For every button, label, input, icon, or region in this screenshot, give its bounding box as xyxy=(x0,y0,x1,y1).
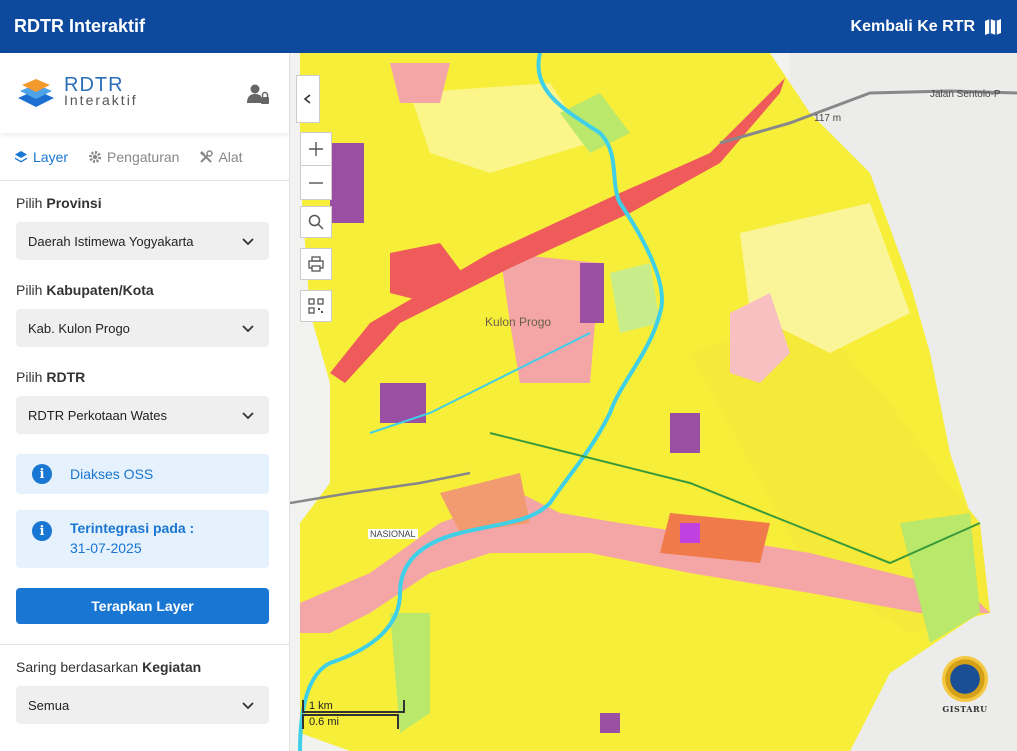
app-title: RDTR Interaktif xyxy=(14,16,146,36)
gear-icon xyxy=(89,150,102,163)
info-icon: i xyxy=(32,464,52,484)
chevron-down-icon xyxy=(242,412,254,420)
info-oss: i Diakses OSS xyxy=(16,454,269,494)
collapse-sidebar-button[interactable] xyxy=(296,75,320,123)
gistaru-emblem-icon xyxy=(942,656,988,702)
regency-value: Kab. Kulon Progo xyxy=(28,320,130,336)
tools-icon xyxy=(200,149,214,163)
integrated-date: 31-07-2025 xyxy=(70,540,142,556)
scale-mi: 0.6 mi xyxy=(302,714,399,729)
print-icon xyxy=(308,256,324,272)
zoom-controls xyxy=(300,132,332,200)
map-icon xyxy=(985,18,1001,35)
plus-icon xyxy=(309,142,323,156)
top-bar: RDTR Interaktif Kembali Ke RTR xyxy=(0,0,1017,53)
qr-button[interactable] xyxy=(300,290,332,322)
province-value: Daerah Istimewa Yogyakarta xyxy=(28,233,194,249)
layer-form: Pilih Provinsi Daerah Istimewa Yogyakart… xyxy=(0,195,289,724)
chevron-down-icon xyxy=(242,238,254,246)
qr-code-icon xyxy=(308,298,324,314)
gistaru-logo: GISTARU xyxy=(938,656,992,726)
tab-layer[interactable]: Layer xyxy=(14,149,68,165)
info-icon: i xyxy=(32,521,52,541)
gistaru-label: GISTARU xyxy=(942,704,988,714)
minus-icon xyxy=(309,181,323,184)
tab-pengaturan-label: Pengaturan xyxy=(107,148,180,165)
zoning-map xyxy=(290,53,1017,751)
map-label-kulon-progo: Kulon Progo xyxy=(485,315,552,329)
tab-alat[interactable]: Alat xyxy=(199,148,243,165)
sidebar: RDTR Interaktif Layer Pengaturan Alat Pi… xyxy=(0,53,290,751)
zoom-out-button[interactable] xyxy=(301,166,331,199)
province-select[interactable]: Daerah Istimewa Yogyakarta xyxy=(16,222,269,260)
tab-pengaturan[interactable]: Pengaturan xyxy=(88,149,179,165)
rdtr-value: RDTR Perkotaan Wates xyxy=(28,407,167,423)
search-button[interactable] xyxy=(300,206,332,238)
activity-value: Semua xyxy=(28,697,70,713)
chevron-down-icon xyxy=(242,702,254,710)
map-label-nasional: NASIONAL xyxy=(368,529,418,539)
rdtr-label: Pilih RDTR xyxy=(16,369,86,385)
back-to-rtr-label: Kembali Ke RTR xyxy=(850,17,975,35)
search-icon xyxy=(308,214,324,230)
layers-icon xyxy=(15,150,27,162)
map-canvas[interactable]: Kulon Progo Jalan Sentolo-P 117 m NASION… xyxy=(290,53,1017,751)
user-lock-icon[interactable] xyxy=(247,83,269,105)
print-button[interactable] xyxy=(300,248,332,280)
logo-row: RDTR Interaktif xyxy=(0,53,289,133)
rdtr-select[interactable]: RDTR Perkotaan Wates xyxy=(16,396,269,434)
map-label-road: Jalan Sentolo-P xyxy=(930,89,1001,100)
logo-line1: RDTR xyxy=(64,74,124,96)
apply-layer-button[interactable]: Terapkan Layer xyxy=(16,588,269,624)
rdtr-logo-icon xyxy=(18,79,54,107)
activity-select[interactable]: Semua xyxy=(16,686,269,724)
tab-layer-label: Layer xyxy=(33,148,69,165)
zoom-in-button[interactable] xyxy=(301,133,331,167)
map-scale-bar: 1 km 0.6 mi xyxy=(300,697,410,735)
filter-label: Saring berdasarkan Kegiatan xyxy=(16,659,202,675)
divider xyxy=(0,644,289,645)
chevron-down-icon xyxy=(242,325,254,333)
info-integrated: i Terintegrasi pada : 31-07-2025 xyxy=(16,510,269,568)
regency-label: Pilih Kabupaten/Kota xyxy=(16,282,154,298)
integrated-title: Terintegrasi pada : xyxy=(70,520,195,536)
info-oss-text: Diakses OSS xyxy=(70,466,154,482)
logo-line2: Interaktif xyxy=(64,92,138,108)
tab-alat-label: Alat xyxy=(218,148,243,165)
scale-km: 1 km xyxy=(302,700,405,713)
back-to-rtr-button[interactable]: Kembali Ke RTR xyxy=(851,17,1003,37)
sidebar-tabs: Layer Pengaturan Alat xyxy=(0,133,289,181)
logo-text: RDTR Interaktif xyxy=(64,74,138,108)
regency-select[interactable]: Kab. Kulon Progo xyxy=(16,309,269,347)
province-label: Pilih Provinsi xyxy=(16,195,102,211)
chevron-left-icon xyxy=(303,94,311,104)
map-label-elevation: 117 m xyxy=(814,113,842,124)
